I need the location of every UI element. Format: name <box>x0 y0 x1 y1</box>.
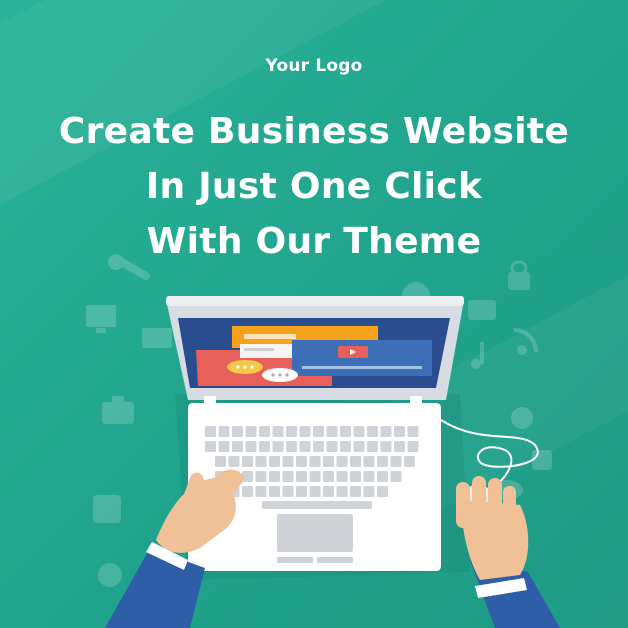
keyboard-key[interactable] <box>336 486 348 497</box>
keyboard-key[interactable] <box>205 426 216 437</box>
keyboard-key[interactable] <box>363 471 375 482</box>
wrench-icon <box>108 254 150 280</box>
keyboard-key[interactable] <box>232 441 243 452</box>
trackpad[interactable] <box>277 514 353 552</box>
keyboard-key[interactable] <box>309 471 321 482</box>
keyboard-key[interactable] <box>377 471 388 482</box>
keyboard-key[interactable] <box>259 441 270 452</box>
keyboard-key[interactable] <box>323 471 334 482</box>
monitor-icon <box>86 305 116 333</box>
keyboard-key[interactable] <box>380 441 392 452</box>
music-note-icon <box>471 342 484 369</box>
ad-banner: Your Logo Create Business Website In Jus… <box>0 0 628 628</box>
keyboard-key[interactable] <box>296 471 307 482</box>
keyboard-key[interactable] <box>218 426 230 437</box>
keyboard-key[interactable] <box>313 426 324 437</box>
keyboard-key[interactable] <box>377 486 388 497</box>
calendar-icon <box>532 450 552 470</box>
globe-icon <box>98 563 122 587</box>
keyboard-key[interactable] <box>218 441 230 452</box>
keyboard-key[interactable] <box>323 456 334 467</box>
keyboard-key[interactable] <box>242 471 253 482</box>
keyboard-key[interactable] <box>353 441 365 452</box>
keyboard-key[interactable] <box>296 486 307 497</box>
keyboard-key[interactable] <box>407 441 419 452</box>
keyboard-key[interactable] <box>282 486 294 497</box>
keyboard-key[interactable] <box>232 426 243 437</box>
keyboard-key[interactable] <box>255 471 267 482</box>
keyboard-key[interactable] <box>350 456 361 467</box>
keyboard-key[interactable] <box>326 441 338 452</box>
keyboard-key[interactable] <box>350 471 361 482</box>
keyboard-key[interactable] <box>269 486 280 497</box>
keyboard-key[interactable] <box>394 426 405 437</box>
keyboard-key[interactable] <box>340 441 351 452</box>
keyboard-key[interactable] <box>309 456 321 467</box>
keyboard-key[interactable] <box>363 486 375 497</box>
briefcase-icon <box>468 300 496 320</box>
keyboard-key[interactable] <box>336 456 348 467</box>
lock-icon <box>508 260 530 290</box>
briefcase-icon <box>102 396 134 424</box>
keyboard-key[interactable] <box>353 426 365 437</box>
keyboard-key[interactable] <box>367 426 378 437</box>
keyboard-key[interactable] <box>390 471 402 482</box>
chat-bubble-icon <box>262 368 298 382</box>
keyboard-key[interactable] <box>380 426 392 437</box>
spacebar-key[interactable] <box>262 501 372 509</box>
keyboard-key[interactable] <box>336 471 348 482</box>
keyboard-key[interactable] <box>215 456 226 467</box>
keyboard-key[interactable] <box>326 426 338 437</box>
keyboard-key[interactable] <box>394 441 405 452</box>
keyboard-key[interactable] <box>272 441 284 452</box>
keyboard-key[interactable] <box>228 456 240 467</box>
keyboard-key[interactable] <box>363 456 375 467</box>
keyboard-key[interactable] <box>309 486 321 497</box>
keyboard-key[interactable] <box>205 441 216 452</box>
keyboard-key[interactable] <box>350 486 361 497</box>
keyboard-key[interactable] <box>299 426 311 437</box>
keyboard-key[interactable] <box>269 471 280 482</box>
keyboard-key[interactable] <box>377 456 388 467</box>
keyboard-key[interactable] <box>269 456 280 467</box>
keyboard-key[interactable] <box>286 426 297 437</box>
keyboard-key[interactable] <box>259 426 270 437</box>
keyboard-key[interactable] <box>282 471 294 482</box>
keyboard-key[interactable] <box>296 456 307 467</box>
laptop-illustration <box>86 254 560 628</box>
keyboard-key[interactable] <box>272 426 284 437</box>
keyboard-key[interactable] <box>323 486 334 497</box>
keyboard-key[interactable] <box>245 426 257 437</box>
keyboard-key[interactable] <box>255 486 267 497</box>
keyboard-key[interactable] <box>255 456 267 467</box>
keyboard-key[interactable] <box>282 456 294 467</box>
calendar-icon <box>93 495 121 523</box>
keyboard-key[interactable] <box>242 456 253 467</box>
clock-icon <box>511 407 533 429</box>
chat-bubble-icon <box>227 360 263 374</box>
envelope-icon <box>142 328 172 348</box>
keyboard-key[interactable] <box>340 426 351 437</box>
keyboard-key[interactable] <box>242 486 253 497</box>
keyboard-key[interactable] <box>404 456 415 467</box>
rss-icon <box>513 328 538 355</box>
keyboard-key[interactable] <box>313 441 324 452</box>
keyboard-key[interactable] <box>367 441 378 452</box>
keyboard-key[interactable] <box>299 441 311 452</box>
keyboard-key[interactable] <box>286 441 297 452</box>
keyboard-key[interactable] <box>245 441 257 452</box>
keyboard-key[interactable] <box>390 456 402 467</box>
keyboard-key[interactable] <box>407 426 419 437</box>
